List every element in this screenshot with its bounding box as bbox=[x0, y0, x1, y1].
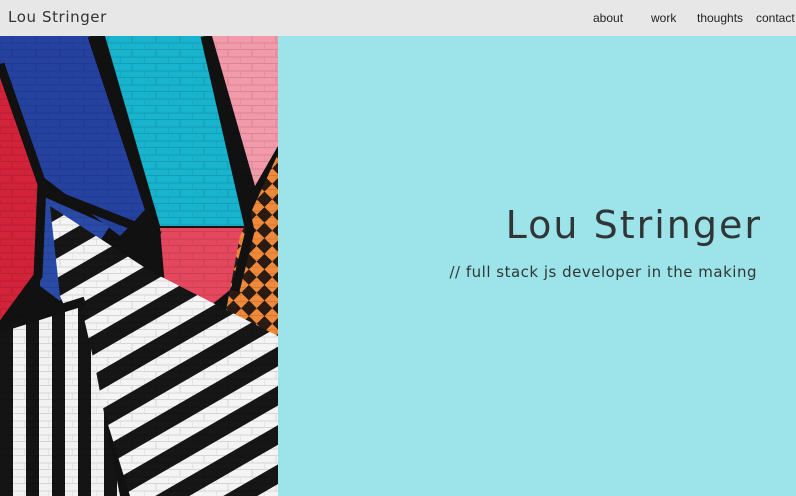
hero-title: Lou Stringer bbox=[505, 203, 762, 247]
hero-subtitle: // full stack js developer in the making bbox=[449, 263, 757, 281]
nav-link-contact[interactable]: contact bbox=[756, 11, 795, 25]
brand-logo-link[interactable]: Lou Stringer bbox=[8, 8, 107, 26]
nav-link-work[interactable]: work bbox=[651, 11, 676, 25]
nav-link-about[interactable]: about bbox=[593, 11, 623, 25]
nav-link-thoughts[interactable]: thoughts bbox=[697, 11, 743, 25]
hero-mural-image bbox=[0, 36, 278, 496]
top-nav-bar: Lou Stringer about work thoughts contact bbox=[0, 0, 796, 36]
